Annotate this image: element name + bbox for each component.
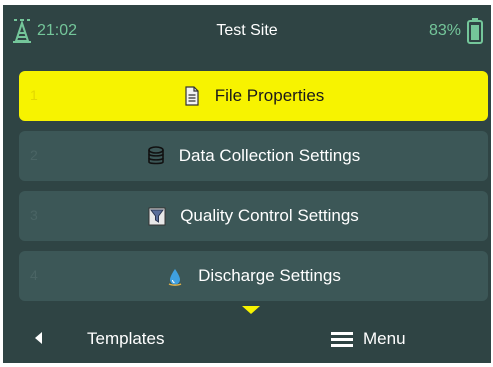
templates-button[interactable]: Templates <box>87 329 164 349</box>
menu-item-label: Discharge Settings <box>198 266 341 285</box>
menu-item-label: Quality Control Settings <box>180 206 359 225</box>
filter-icon <box>148 207 166 226</box>
battery-percent: 83% <box>428 22 461 39</box>
menu-item-discharge-settings[interactable]: 4 Discharge Settings <box>19 251 488 301</box>
menu-item-label: Data Collection Settings <box>178 146 361 165</box>
menu-item-label: File Properties <box>214 86 325 105</box>
database-icon <box>147 146 164 165</box>
menu-item-data-collection-settings[interactable]: 2 Data Collection Settings <box>19 131 488 181</box>
bottom-bar: Templates Menu <box>3 316 491 363</box>
document-icon <box>185 86 199 106</box>
menu-item-quality-control-settings[interactable]: 3 Quality Control Settings <box>19 191 488 241</box>
battery-icon <box>467 18 483 44</box>
menu-button[interactable]: Menu <box>363 329 406 349</box>
site-title: Test Site <box>216 22 278 39</box>
device-screen: 21:02 Test Site 83% 1 File Properties 2 <box>3 5 491 363</box>
chevron-left-icon[interactable] <box>35 332 43 344</box>
menu-item-file-properties[interactable]: 1 File Properties <box>19 71 488 121</box>
water-drop-icon <box>168 269 182 286</box>
hamburger-menu-icon[interactable] <box>331 331 353 347</box>
status-bar: 21:02 Test Site 83% <box>3 5 491 60</box>
